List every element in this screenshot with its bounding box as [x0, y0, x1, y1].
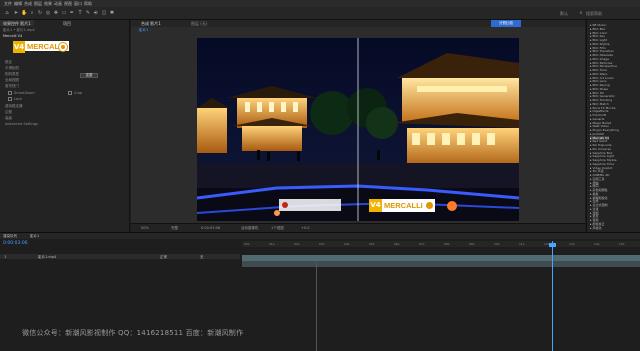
composition-viewer[interactable]: V4 MERCALLI — [197, 38, 519, 221]
text-tool-icon[interactable]: T — [77, 10, 83, 16]
logo-badge-v4: V4 — [13, 41, 25, 53]
param-advanced[interactable]: 高级 — [5, 116, 12, 121]
ruler-tick-label: 00s — [244, 242, 250, 246]
effect-controls-panel: 效果控件 影片1 项目 影片1 • 影片1.mp4 Mercalli V4 V4… — [0, 20, 130, 232]
layer-mode[interactable]: 正常 — [160, 255, 167, 260]
logo-ring-icon — [59, 43, 67, 51]
tab-composition[interactable]: 合成 影片1 — [141, 21, 161, 27]
reset-button[interactable]: 重置 — [80, 73, 98, 78]
eraser-tool-icon[interactable]: ◫ — [101, 10, 107, 16]
ruler-tick-label: 04s — [344, 242, 350, 246]
ruler-tick-label: 08s — [444, 242, 450, 246]
playhead-handle[interactable] — [549, 243, 556, 247]
crop-checkbox[interactable] — [68, 91, 72, 95]
ruler-tick-label: 10s — [494, 242, 500, 246]
hand-tool-icon[interactable]: ✋ — [21, 10, 27, 16]
ruler-tick-label: 14s — [594, 242, 600, 246]
time-ruler[interactable]: 00s 01s 02s 03s 04s 05s 06s 07s 08s 09s 10s 11s 12s 1… — [242, 241, 640, 247]
overlay-mercalli-badge: V4 MERCALLI — [369, 199, 435, 212]
effects-presets-panel: ▸ RE:Vision ▸ BCC Blur ▸ BCC Color ▸ BCC Ke… — [586, 20, 640, 232]
viewer-controls-bar: 50% 完整 0:00:03:06 活动摄像机 1个视图 +0.0 — [131, 223, 585, 232]
watermark-text: 微信公众号：新潮风影视制作 QQ：1416218511 百度：新潮风制作 — [22, 329, 244, 337]
anchor-tool-icon[interactable]: ✥ — [53, 10, 59, 16]
pen-tool-icon[interactable]: ✒ — [69, 10, 75, 16]
zoom-select[interactable]: 50% — [141, 226, 149, 230]
rotate-tool-icon[interactable]: ↻ — [37, 10, 43, 16]
effect-name[interactable]: Mercalli V4 — [3, 34, 22, 38]
search-icon[interactable]: ⌕ — [578, 10, 584, 16]
split-compare-button[interactable]: 分割比较 — [491, 20, 521, 27]
camera-select[interactable]: 活动摄像机 — [241, 226, 259, 231]
smartzoom-checkbox[interactable] — [8, 91, 12, 95]
param-camera-type[interactable]: 相机类型 — [5, 72, 19, 77]
composition-tabs: 合成 影片1 图层 (无) 分割比较 — [131, 20, 585, 27]
menu-bar: 文件 编辑 合成 图层 效果 动画 视图 窗口 帮助 — [0, 0, 640, 7]
layer-name[interactable]: 影片1.mp4 — [38, 255, 56, 260]
param-border[interactable]: 边框 — [5, 110, 12, 115]
param-virtual-stabilizer[interactable]: 虚拟稳定器 — [5, 104, 23, 109]
ruler-tick-label: 05s — [369, 242, 375, 246]
timeline-panel: 渲染队列 影片1 0:00:03:06 00s 01s 02s 03s 04s 05s 06… — [0, 232, 640, 351]
param-advanced-settings[interactable]: Advanced Settings — [5, 122, 38, 126]
lock-checkbox[interactable] — [8, 97, 12, 101]
option-smartzoom: SmartZoom — [14, 91, 35, 95]
ruler-tick-label: 01s — [269, 242, 275, 246]
shape-tool-icon[interactable]: ▭ — [61, 10, 67, 16]
selection-tool-icon[interactable]: ➤ — [13, 10, 19, 16]
view-layout-select[interactable]: 1个视图 — [271, 226, 284, 231]
option-lock: Lock — [14, 97, 22, 101]
search-help-field[interactable]: 搜索帮助 — [586, 11, 602, 17]
composition-panel: 合成 影片1 图层 (无) 分割比较 影片1 V4 MERCALLI 50% 完… — [131, 20, 585, 232]
ruler-tick-label: 09s — [469, 242, 475, 246]
comp-breadcrumb[interactable]: 影片1 — [139, 28, 148, 33]
overlay-badge-v4: V4 — [369, 199, 382, 212]
brush-tool-icon[interactable]: ✎ — [85, 10, 91, 16]
layer-row[interactable]: 1 影片1.mp4 正常 无 — [0, 254, 240, 259]
zoom-tool-icon[interactable]: ⌕ — [29, 10, 35, 16]
tab-render-queue[interactable]: 渲染队列 — [3, 234, 17, 239]
layer-sub-track — [242, 261, 640, 267]
layer-label: 影片1 • 影片1.mp4 — [3, 28, 35, 32]
param-smooth-camera[interactable]: 平滑相机 — [5, 66, 19, 71]
resolution-select[interactable]: 完整 — [171, 226, 178, 231]
layer-parent[interactable]: 无 — [200, 255, 204, 260]
home-icon[interactable]: ⌂ — [4, 10, 10, 16]
puppet-tool-icon[interactable]: ✱ — [109, 10, 115, 16]
ruler-tick-label: 03s — [319, 242, 325, 246]
timeline-tabs: 渲染队列 影片1 — [0, 233, 640, 239]
param-global-view[interactable]: 全局视图 — [5, 78, 19, 83]
camera-tool-icon[interactable]: ◎ — [45, 10, 51, 16]
ruler-tick-label: 15s — [619, 242, 625, 246]
effect-category-item[interactable]: ▸ 风格化 — [590, 226, 601, 230]
timeline-timecode[interactable]: 0:00:03:06 — [3, 241, 28, 246]
tab-effect-controls[interactable]: 效果控件 影片1 — [0, 20, 34, 26]
tab-layer[interactable]: 图层 (无) — [191, 21, 207, 27]
param-stabilize[interactable]: 稳定 — [5, 60, 12, 65]
ruler-tick-label: 13s — [569, 242, 575, 246]
ruler-tick-label: 02s — [294, 242, 300, 246]
overlay-ring-icon — [426, 202, 433, 209]
option-crop: Crop — [74, 91, 83, 95]
exposure-value[interactable]: +0.0 — [301, 226, 310, 230]
mercalli-logo: V4 MERCALLI — [12, 40, 70, 53]
ruler-tick-label: 11s — [519, 242, 525, 246]
tab-project[interactable]: 项目 — [60, 20, 74, 26]
stamp-tool-icon[interactable]: ⎆ — [93, 10, 99, 16]
layer-index: 1 — [4, 254, 7, 259]
toolbar: ⌂ ➤ ✋ ⌕ ↻ ◎ ✥ ▭ ✒ T ✎ ⎆ ◫ ✱ 默认 ⌕ 搜索帮助 — [0, 7, 640, 20]
ruler-tick-label: 06s — [394, 242, 400, 246]
overlay-badge-text: MERCALLI — [384, 201, 423, 210]
param-rolling-shutter[interactable]: 卷帘快门 — [5, 84, 19, 89]
work-area-marker — [316, 261, 317, 351]
workspace-label[interactable]: 默认 — [560, 11, 568, 17]
current-time-indicator[interactable] — [552, 241, 553, 351]
night-scene-image — [197, 38, 519, 221]
tab-timeline-comp[interactable]: 影片1 — [30, 234, 39, 239]
current-time-display[interactable]: 0:00:03:06 — [201, 226, 220, 230]
ruler-tick-label: 07s — [419, 242, 425, 246]
